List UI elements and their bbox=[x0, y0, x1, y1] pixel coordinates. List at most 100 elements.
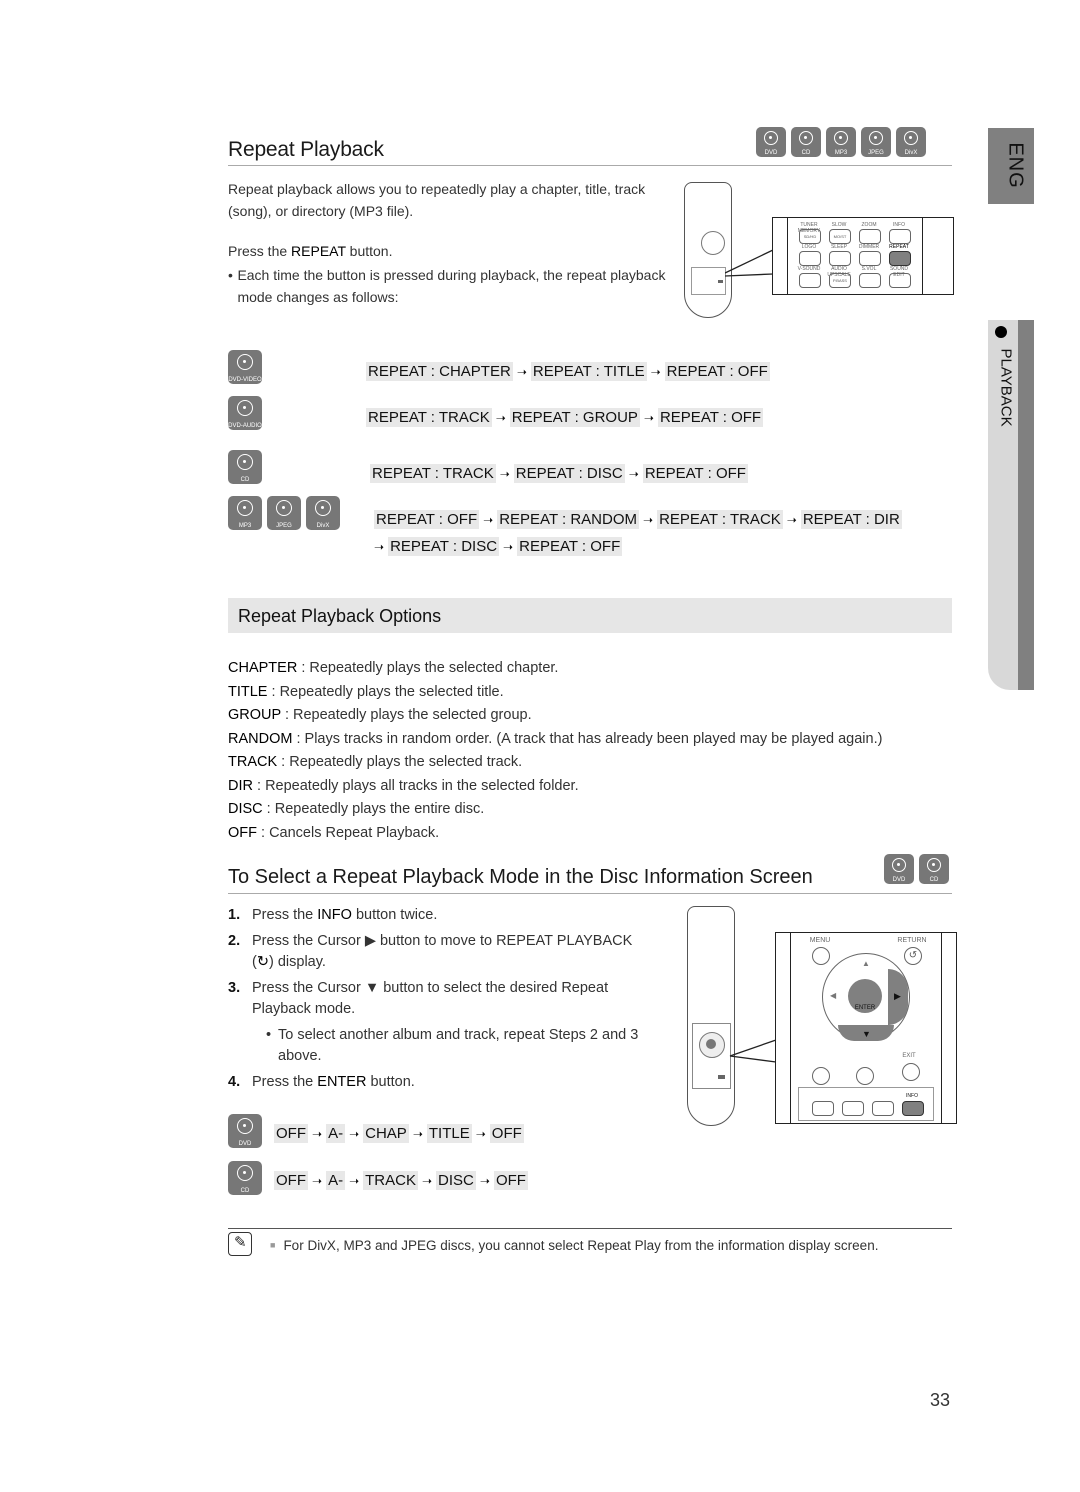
remote-key bbox=[859, 273, 881, 288]
right-arrow-icon: ▶ bbox=[894, 991, 901, 1001]
remote-callout-repeat: TUNER MEMORY SD/HD SLOW MO/ST ZOOM INFO LOGO SL… bbox=[772, 217, 954, 295]
disc-label: DivX bbox=[904, 150, 918, 156]
disc-ring-icon bbox=[904, 131, 918, 145]
disc-icon-dvd: DVD bbox=[884, 854, 914, 884]
arrow-right-icon: ➝ bbox=[374, 539, 385, 554]
arrow-right-icon: ➝ bbox=[650, 364, 661, 379]
disc-label: CD bbox=[929, 877, 939, 883]
option-description: : Repeatedly plays the entire disc. bbox=[262, 801, 485, 817]
mode-chip: REPEAT : OFF bbox=[657, 408, 764, 427]
option-term: OFF bbox=[228, 824, 257, 841]
disc-icon-mp3: MP3 bbox=[228, 496, 262, 530]
remote-key bbox=[859, 251, 881, 266]
info-heading-rule bbox=[228, 893, 952, 894]
option-item: TITLE : Repeatedly plays the selected ti… bbox=[228, 681, 958, 705]
sd-hd-button-icon bbox=[812, 1101, 834, 1116]
option-term: DIR bbox=[228, 777, 253, 794]
instruction-step: 1. Press the INFO button twice. bbox=[228, 905, 658, 926]
exit-label: EXIT bbox=[902, 1053, 916, 1059]
intro-bullet-text: Each time the button is pressed during p… bbox=[237, 267, 666, 305]
disc-ring-icon bbox=[869, 131, 883, 145]
remote-key-label: S.VOL bbox=[861, 266, 877, 272]
disc-icon-divx: DivX bbox=[306, 496, 340, 530]
arrow-right-icon: ➝ bbox=[312, 1173, 323, 1188]
arrow-right-icon: ➝ bbox=[475, 1126, 486, 1141]
remote-info-marker bbox=[718, 1075, 725, 1079]
step-sub-bullet: • To select another album and track, repe… bbox=[266, 1025, 658, 1067]
remote-key-label: REPEAT bbox=[889, 244, 909, 250]
arrow-right-icon: ➝ bbox=[628, 466, 639, 481]
bullet-dot-icon bbox=[995, 326, 1007, 338]
mode-chip: REPEAT : GROUP bbox=[509, 408, 640, 427]
menu-label: MENU bbox=[809, 937, 831, 944]
option-term: GROUP bbox=[228, 707, 281, 723]
intro-bullet: • Each time the button is pressed during … bbox=[228, 264, 668, 308]
option-item: RANDOM : Plays tracks in random order. (… bbox=[228, 728, 958, 752]
arrow-right-icon: ➝ bbox=[516, 364, 527, 379]
remote-key: SD/HD bbox=[799, 229, 821, 244]
step-number: 1. bbox=[228, 907, 241, 923]
remote-repeat-marker bbox=[718, 280, 723, 283]
mode-chip: REPEAT : TRACK bbox=[366, 408, 492, 427]
sequence-disc-icons: CD bbox=[228, 450, 262, 484]
mode-chip: DISC bbox=[436, 1171, 476, 1190]
option-item: TRACK : Repeatedly plays the selected tr… bbox=[228, 751, 958, 775]
disc-ring-icon bbox=[892, 858, 906, 872]
step-number: 2. bbox=[228, 933, 241, 949]
language-tab: ENG bbox=[988, 128, 1034, 204]
arrow-right-icon: ➝ bbox=[503, 539, 514, 554]
repeat-mode-sequence: REPEAT : OFF ➝ REPEAT : RANDOM ➝ REPEAT : TR… bbox=[374, 510, 902, 529]
disc-ring-icon bbox=[237, 500, 253, 516]
arrow-right-icon: ➝ bbox=[479, 1173, 490, 1188]
left-arrow-icon: ◀ bbox=[830, 991, 837, 1000]
disc-label: DVD-AUDIO bbox=[228, 423, 262, 429]
option-item: DIR : Repeatedly plays all tracks in the… bbox=[228, 775, 958, 799]
option-description: : Repeatedly plays the selected track. bbox=[277, 754, 523, 770]
option-description: : Repeatedly plays all tracks in the sel… bbox=[252, 777, 579, 794]
remote-key-label: V-SOUND bbox=[797, 266, 821, 272]
info-disc-icons: DVD CD bbox=[884, 854, 949, 884]
arrow-right-icon: ➝ bbox=[643, 512, 654, 527]
mode-chip: REPEAT : RANDOM bbox=[497, 510, 640, 529]
note-rule bbox=[228, 1228, 952, 1229]
step-number: 3. bbox=[228, 980, 241, 996]
mode-chip: TRACK bbox=[363, 1171, 418, 1190]
disc-ring-icon bbox=[927, 858, 941, 872]
return-label: RETURN bbox=[897, 937, 927, 944]
remote-key-label: ZOOM bbox=[861, 222, 877, 228]
mode-chip: REPEAT : OFF bbox=[642, 464, 748, 483]
remote-key bbox=[829, 251, 851, 266]
repeat-mode-sequence-cont: ➝ REPEAT : DISC ➝ REPEAT : OFF bbox=[374, 537, 623, 556]
remote-key-label: INFO bbox=[893, 222, 905, 228]
disc-label: DVD bbox=[764, 150, 778, 156]
key-label: ENTER bbox=[317, 1074, 367, 1090]
note-pencil-icon: ✎ bbox=[228, 1232, 252, 1256]
language-tab-label: ENG bbox=[1004, 142, 1027, 189]
info-label: INFO bbox=[906, 1093, 918, 1099]
option-description: : Repeatedly plays the selected chapter. bbox=[297, 660, 559, 676]
disc-icon-cd: CD bbox=[791, 127, 821, 157]
key-label: INFO bbox=[317, 907, 352, 923]
page-number: 33 bbox=[930, 1390, 951, 1410]
arrow-right-icon: ➝ bbox=[349, 1126, 360, 1141]
sequence-disc-icons: MP3 JPEG DivX bbox=[228, 496, 340, 530]
callout-pointer-lines-2 bbox=[729, 1039, 777, 1063]
remote-callout-navigation: MENU RETURN ↺ ▲ ◀ ▶ ▼ ENTER EXIT INFO bbox=[775, 932, 957, 1124]
option-item: GROUP : Repeatedly plays the selected gr… bbox=[228, 704, 958, 728]
arrow-right-icon: ➝ bbox=[499, 466, 510, 481]
instruction-step: 3. Press the Cursor ▼ button to select th… bbox=[228, 978, 658, 1020]
mode-chip: REPEAT : OFF bbox=[664, 362, 770, 381]
callout-pointer-lines bbox=[725, 249, 774, 277]
remote-control-illustration-2 bbox=[687, 906, 735, 1126]
disc-icon-dvd: DVD bbox=[756, 127, 786, 157]
disc-icon-dvd: DVD bbox=[228, 1114, 262, 1148]
info-mode-sequence: OFF ➝ A- ➝ TRACK ➝ DISC ➝ OFF bbox=[274, 1171, 528, 1190]
mode-chip: REPEAT : TITLE bbox=[530, 362, 647, 381]
mode-chip: REPEAT : TRACK bbox=[370, 464, 496, 483]
disc-ring-icon bbox=[237, 1118, 253, 1134]
disc-label: DVD bbox=[238, 1141, 252, 1147]
disc-icon-jpeg: JPEG bbox=[267, 496, 301, 530]
remote-key bbox=[889, 229, 911, 244]
repeat-mode-sequence: REPEAT : TRACK ➝ REPEAT : GROUP ➝ REPEAT : O… bbox=[366, 408, 764, 427]
arrow-right-icon: ➝ bbox=[483, 512, 494, 527]
